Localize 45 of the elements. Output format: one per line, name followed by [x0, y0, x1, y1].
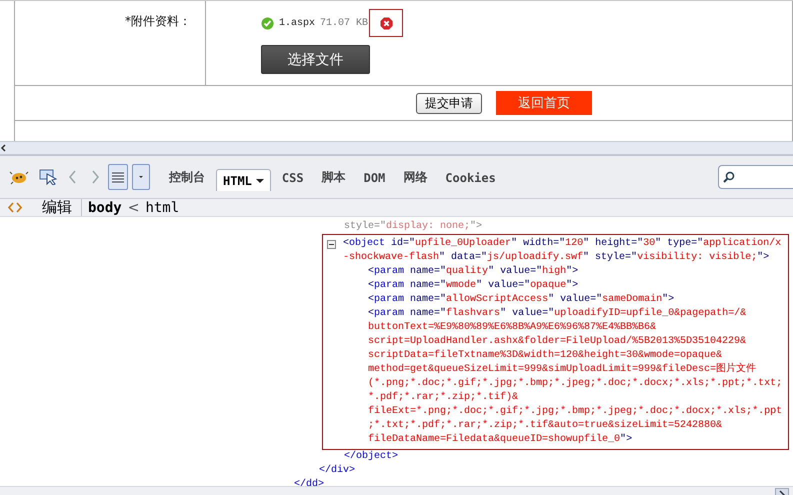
edit-button[interactable]: 编辑: [28, 199, 82, 216]
code-line: *.pdf;*.rar;*.zip;*.tif)&: [368, 391, 518, 405]
delete-button[interactable]: [369, 9, 404, 37]
code-line: <param name="quality" value="high">: [368, 265, 578, 279]
code-line: -shockwave-flash" data="js/uploadify.swf" style="visibility: visible;">: [343, 251, 770, 265]
search-icon: [723, 171, 735, 183]
breadcrumb-separator: <: [128, 200, 140, 216]
search-field[interactable]: [718, 165, 793, 189]
field-label: *附件资料：: [125, 13, 191, 27]
close-icon: [380, 16, 393, 30]
closing-tag: </dd>: [294, 478, 324, 486]
file-size: 71.07 KB: [320, 18, 368, 28]
choose-file-button[interactable]: 选择文件: [261, 45, 370, 74]
panel-tab[interactable]: HTML: [216, 169, 271, 191]
panel-tab[interactable]: 脚本: [314, 166, 353, 188]
panel-tab[interactable]: 网络: [396, 166, 434, 188]
closing-tag: </object>: [344, 450, 398, 464]
check-icon: [261, 16, 274, 30]
code-line: <param name="wmode" value="opaque">: [368, 279, 578, 293]
menu-icon[interactable]: [108, 164, 128, 190]
panel-tab[interactable]: CSS: [274, 166, 311, 188]
home-button[interactable]: 返回首页: [496, 91, 592, 115]
code-line: <param name="flashvars" value="uploadifyID=upfile_0&pagepath=/&: [368, 307, 746, 321]
submit-button[interactable]: 提交申请: [416, 92, 482, 114]
collapse-icon[interactable]: [327, 240, 336, 249]
code-line: style="display: none;">: [344, 220, 482, 234]
closing-tag: </div>: [319, 464, 356, 478]
horizontal-scrollbar[interactable]: [0, 141, 793, 155]
panel-tab[interactable]: 控制台: [162, 166, 212, 188]
panel-tab[interactable]: DOM: [356, 166, 392, 188]
code-line: scriptData=fileTxtname%3D&width=120&height=30&wmode=opaque&: [368, 349, 722, 363]
code-line: ;*.txt;*.pdf;*.rar;*.zip;*.tif&auto=true&sizeLimit=5242880&: [368, 419, 722, 433]
code-icon[interactable]: [8, 201, 22, 214]
code-line: (*.png;*.doc;*.gif;*.jpg;*.bmp;*.jpeg;*.doc;*.docx;*.xls;*.ppt;*.txt;: [368, 377, 782, 391]
breadcrumb-item[interactable]: body: [88, 200, 122, 216]
code-line: <param name="allowScriptAccess" value="sameDomain">: [368, 293, 674, 307]
code-line: method=get&queueSizeLimit=999&simUploadLimit=999&fileDesc=图片文件: [368, 363, 756, 377]
code-line: buttonText=%E9%80%89%E6%8B%A9%E6%96%87%E4%BB%B6&: [368, 321, 656, 335]
code-line: fileExt=*.png;*.doc;*.gif;*.jpg;*.bmp;*.jpeg;*.doc;*.docx;*.xls;*.ppt: [368, 405, 782, 419]
breadcrumb-item[interactable]: html: [145, 200, 180, 216]
panel-tab[interactable]: Cookies: [438, 166, 503, 188]
code-line: script=UploadHandler.ashx&folder=FileUpload/%5B2013%5D35104229&: [368, 335, 746, 349]
file-name: 1.aspx: [279, 18, 316, 28]
code-line: fileDataName=Filedata&queueID=showupfile_0">: [368, 433, 632, 447]
code-line: <object id="upfile_0Uploader" width="120" height="30" type="application/x: [343, 237, 782, 251]
